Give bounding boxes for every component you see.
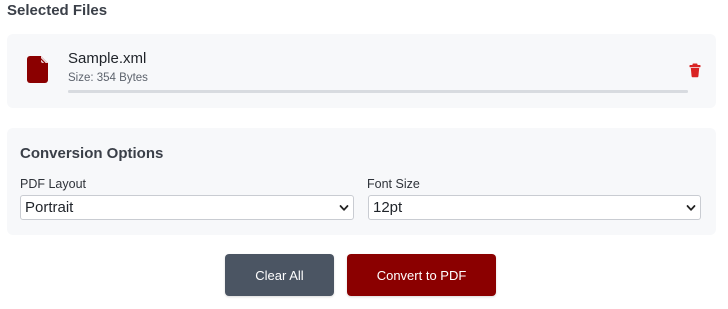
convert-to-pdf-button[interactable]: Convert to PDF [347, 254, 496, 296]
pdf-layout-select[interactable]: Portrait [20, 195, 354, 220]
selected-files-heading: Selected Files [7, 2, 108, 19]
conversion-options-heading: Conversion Options [20, 145, 164, 162]
pdf-layout-value: Portrait [25, 199, 74, 216]
font-size-value: 12pt [373, 199, 403, 216]
clear-all-button[interactable]: Clear All [225, 254, 334, 296]
chevron-down-icon [686, 205, 696, 211]
chevron-down-icon [339, 205, 349, 211]
delete-file-button[interactable] [687, 62, 703, 78]
file-size: Size: 354 Bytes [68, 72, 148, 84]
convert-to-pdf-label: Convert to PDF [376, 267, 467, 283]
file-name: Sample.xml [68, 50, 147, 67]
upload-progress-fill [68, 90, 688, 93]
trash-icon [689, 63, 701, 78]
file-card: Sample.xml Size: 354 Bytes [7, 34, 716, 108]
pdf-layout-label: PDF Layout [20, 177, 87, 191]
file-icon [27, 56, 48, 83]
font-size-select[interactable]: 12pt [368, 195, 701, 220]
clear-all-label: Clear All [255, 267, 304, 283]
upload-progress-bar [68, 90, 688, 93]
conversion-options-panel: Conversion Options PDF Layout Portrait F… [7, 128, 716, 235]
font-size-label: Font Size [367, 177, 420, 191]
